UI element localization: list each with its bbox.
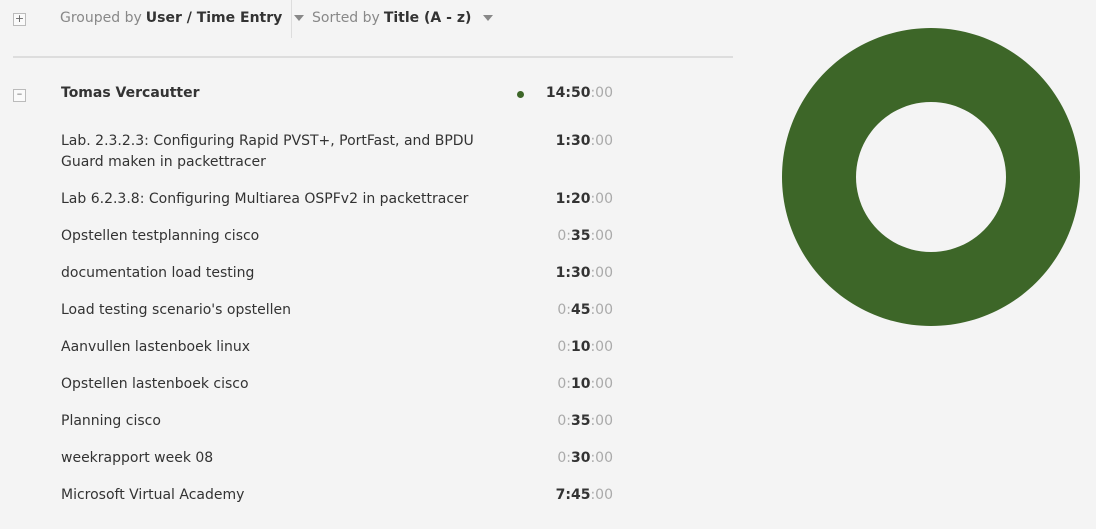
collapse-group-button[interactable]: –: [13, 88, 26, 102]
time-entry-row[interactable]: Aanvullen lastenboek linux 0:10:00: [61, 337, 613, 358]
chevron-down-icon: [294, 15, 305, 21]
time-entry-duration: 0:10:00: [557, 339, 613, 355]
sort-by-prefix: Sorted by: [312, 10, 380, 26]
time-entry-row[interactable]: weekrapport week 08 0:30:00: [61, 448, 613, 469]
time-entry-title: Load testing scenario's opstellen: [61, 302, 291, 318]
time-entry-row[interactable]: Load testing scenario's opstellen 0:45:00: [61, 300, 613, 321]
group-by-prefix: Grouped by: [60, 10, 142, 26]
donut-slice[interactable]: [781, 28, 1080, 326]
time-entry-title: Opstellen testplanning cisco: [61, 228, 260, 244]
time-entry-row[interactable]: documentation load testing 1:30:00: [61, 263, 613, 284]
group-by-value: User / Time Entry: [145, 10, 283, 26]
header-divider: [13, 56, 733, 58]
time-entry-title: Planning cisco: [61, 413, 161, 429]
time-entry-duration: 0:45:00: [557, 302, 613, 318]
toolbar-divider: [291, 0, 292, 38]
time-entry-duration: 0:10:00: [557, 376, 613, 392]
time-entry-title: Lab. 2.3.2.3: Configuring Rapid PVST+, P…: [61, 133, 474, 170]
time-entry-row[interactable]: Lab. 2.3.2.3: Configuring Rapid PVST+, P…: [61, 131, 613, 173]
time-entry-row[interactable]: Opstellen testplanning cisco 0:35:00: [61, 226, 613, 247]
duration-donut-chart: [781, 28, 1080, 326]
time-entry-title: weekrapport week 08: [61, 450, 214, 466]
group-by-dropdown[interactable]: Grouped by User / Time Entry: [60, 0, 305, 36]
user-color-dot: [517, 91, 524, 98]
time-entry-row[interactable]: Opstellen lastenboek cisco 0:10:00: [61, 374, 613, 395]
time-entry-duration: 7:45:00: [555, 487, 613, 503]
group-total-time: 14:50:00: [545, 85, 613, 101]
time-entry-title: Lab 6.2.3.8: Configuring Multiarea OSPFv…: [61, 191, 469, 207]
time-entry-title: Microsoft Virtual Academy: [61, 487, 245, 503]
toolbar: + Grouped by User / Time Entry Sorted by…: [0, 0, 733, 38]
time-entry-title: Opstellen lastenboek cisco: [61, 376, 249, 392]
time-entry-duration: 0:35:00: [557, 228, 613, 244]
sort-by-value: Title (A - z): [383, 10, 472, 26]
time-entry-title: Aanvullen lastenboek linux: [61, 339, 251, 355]
chevron-down-icon: [483, 15, 494, 21]
time-entry-duration: 1:30:00: [555, 133, 613, 149]
time-entry-duration: 1:20:00: [555, 191, 613, 207]
time-entry-row[interactable]: Lab 6.2.3.8: Configuring Multiarea OSPFv…: [61, 189, 613, 210]
sort-by-dropdown[interactable]: Sorted by Title (A - z): [312, 0, 494, 36]
time-entry-row[interactable]: Planning cisco 0:35:00: [61, 411, 613, 432]
time-entry-duration: 0:35:00: [557, 413, 613, 429]
time-entry-duration: 0:30:00: [557, 450, 613, 466]
expand-all-button[interactable]: +: [13, 13, 26, 26]
group-user-name: Tomas Vercautter: [61, 85, 200, 101]
time-entry-row[interactable]: Microsoft Virtual Academy 7:45:00: [61, 485, 613, 506]
time-entry-title: documentation load testing: [61, 265, 255, 281]
time-entry-duration: 1:30:00: [555, 265, 613, 281]
